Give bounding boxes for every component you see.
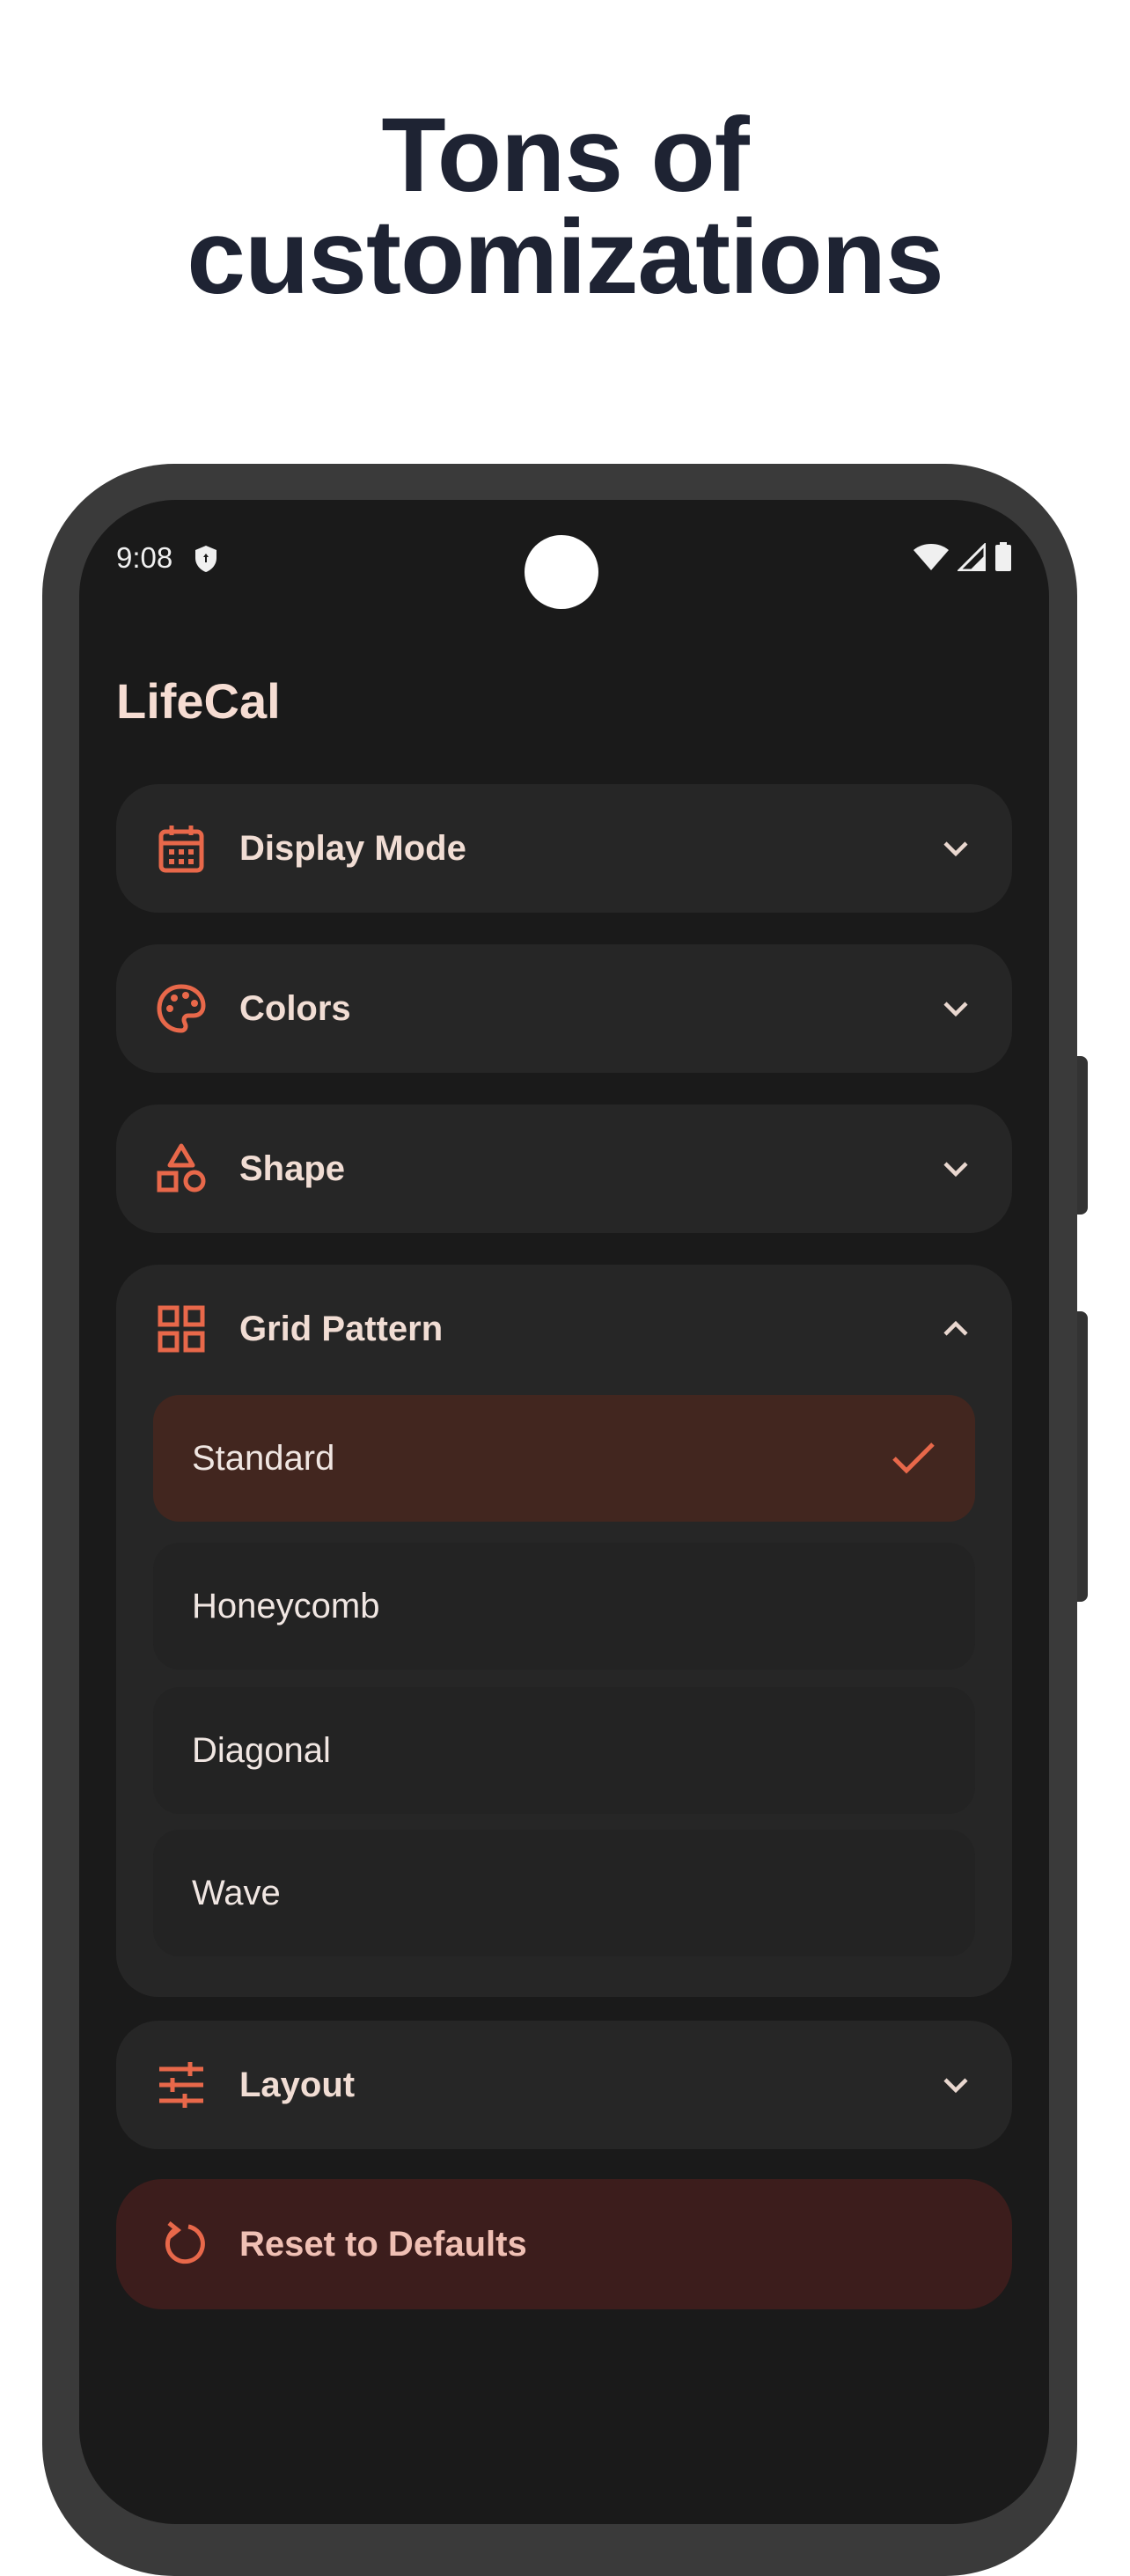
app-title: LifeCal [116,673,281,729]
calendar-icon [158,826,204,873]
chevron-down-icon[interactable] [938,831,973,866]
phone-side-button [1077,1311,1088,1602]
reset-label: Reset to Defaults [239,2225,527,2264]
grid-option-wave[interactable]: Wave [153,1830,975,1956]
section-grid-pattern[interactable]: Grid Pattern Standard Honeycomb Diagonal… [116,1265,1012,1997]
battery-icon [995,542,1011,571]
chevron-down-icon[interactable] [938,991,973,1026]
chevron-down-icon[interactable] [938,2067,973,2103]
section-label: Shape [239,1149,346,1188]
section-header[interactable]: Colors [116,944,1012,1073]
check-icon [892,1442,935,1474]
status-bar: 9:08 [116,539,1012,577]
grid-option-standard[interactable]: Standard [153,1395,975,1522]
section-header[interactable]: Grid Pattern [116,1265,1012,1393]
section-layout[interactable]: Layout [116,2021,1012,2149]
option-label: Diagonal [192,1731,331,1770]
option-label: Standard [192,1439,335,1478]
option-label: Honeycomb [192,1587,380,1626]
grid-option-honeycomb[interactable]: Honeycomb [153,1543,975,1670]
shapes-icon [157,1143,206,1193]
option-label: Wave [192,1874,281,1912]
section-colors[interactable]: Colors [116,944,1012,1073]
headline-line-1: Tons of [381,96,749,214]
shield-icon [195,546,216,572]
section-label: Grid Pattern [239,1310,444,1348]
reset-icon [165,2221,205,2264]
wifi-icon [914,544,949,570]
section-display-mode[interactable]: Display Mode [116,784,1012,913]
reset-to-defaults-button[interactable]: Reset to Defaults [116,2179,1012,2309]
status-time: 9:08 [116,541,173,574]
phone-side-button [1077,1056,1088,1215]
section-header[interactable]: Display Mode [116,784,1012,913]
headline-line-2: customizations [187,198,943,316]
phone-screen: 9:08 LifeCal Display Mode Colors Shape G… [79,500,1049,2524]
tune-icon [159,2062,203,2108]
section-label: Display Mode [239,829,466,868]
chevron-up-icon[interactable] [938,1311,973,1347]
section-label: Colors [239,989,351,1028]
grid-icon [158,1305,205,1353]
section-shape[interactable]: Shape [116,1105,1012,1233]
section-label: Layout [239,2066,356,2104]
grid-option-diagonal[interactable]: Diagonal [153,1687,975,1814]
palette-icon [157,984,206,1033]
headline: Tons of customizations [0,96,1130,316]
section-header[interactable]: Shape [116,1105,1012,1233]
signal-icon [958,543,986,571]
section-header[interactable]: Layout [116,2021,1012,2149]
chevron-down-icon[interactable] [938,1151,973,1186]
